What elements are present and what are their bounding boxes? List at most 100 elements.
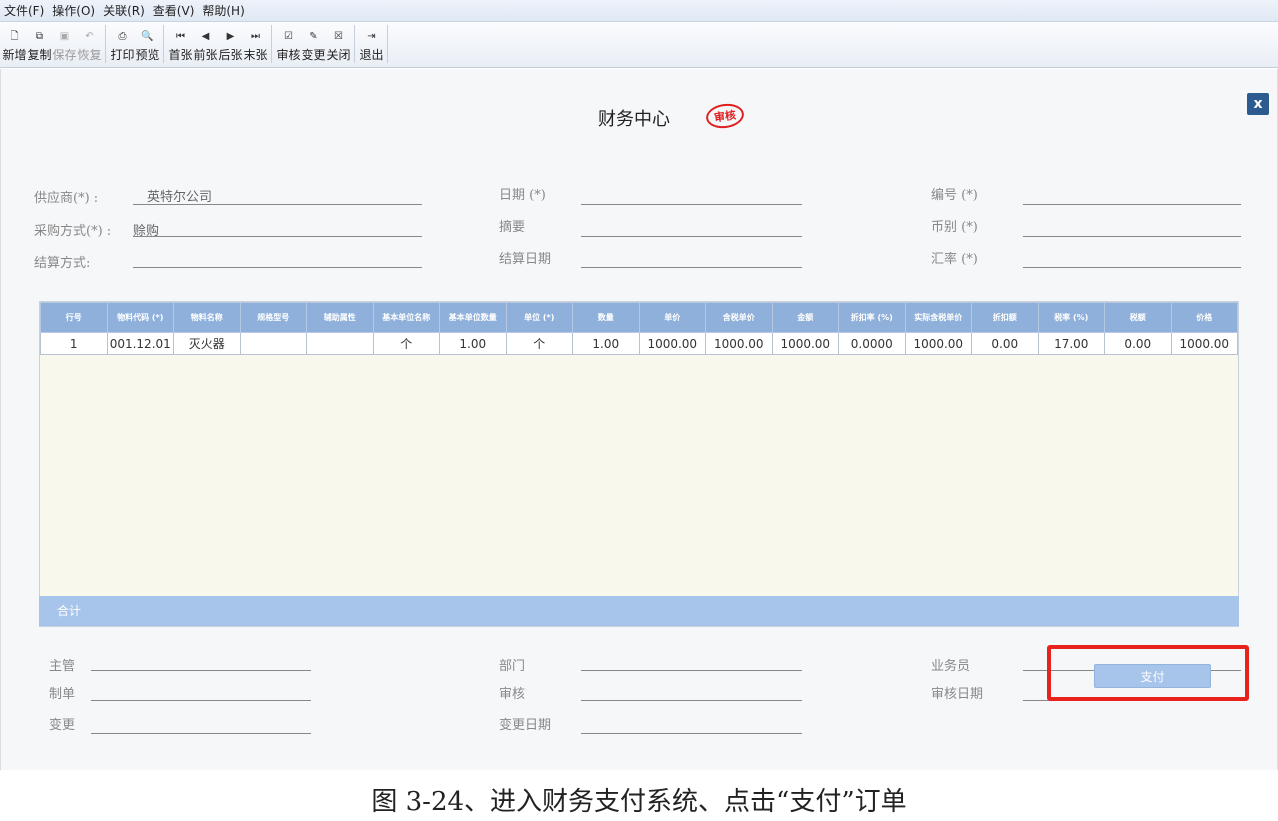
column-header[interactable]: 税额 [1104, 302, 1172, 333]
settle-date-field[interactable] [581, 267, 802, 268]
save-icon: ▣ [59, 31, 70, 42]
number-field[interactable] [1023, 204, 1241, 205]
column-header[interactable]: 基本单位数量 [439, 302, 507, 333]
dept-field[interactable] [581, 670, 802, 671]
auditor-label: 审核 [499, 687, 526, 702]
change-date-field[interactable] [581, 733, 802, 734]
maker-label: 制单 [49, 687, 76, 702]
purchase-mode-label: 采购方式(*) : [34, 224, 112, 239]
toolbar-button-next[interactable]: ▶ 后张 [218, 30, 243, 63]
column-header[interactable]: 折扣率 (%) [838, 302, 906, 333]
settle-mode-label: 结算方式: [34, 256, 91, 271]
column-header[interactable]: 税率 (%) [1037, 302, 1105, 333]
maker-field[interactable] [91, 700, 311, 701]
table-cell[interactable]: 个 [372, 332, 440, 355]
column-header[interactable]: 单价 [638, 302, 706, 333]
table-cell[interactable]: 1000.00 [904, 332, 972, 355]
menu-file[interactable]: 文件(F) [4, 2, 44, 19]
settle-mode-field[interactable] [133, 267, 422, 268]
table-cell[interactable]: 1000.00 [771, 332, 839, 355]
manager-label: 主管 [49, 659, 76, 674]
close-icon[interactable]: x [1247, 93, 1269, 115]
currency-field[interactable] [1023, 236, 1241, 237]
summary-field[interactable] [581, 236, 802, 237]
date-label: 日期 (*) [499, 188, 546, 203]
print-icon: ⎙ [118, 31, 127, 42]
toolbar-label: 审核 [276, 48, 301, 62]
column-header[interactable]: 辅助属性 [306, 302, 374, 333]
toolbar-button-prev[interactable]: ◀ 前张 [193, 30, 218, 63]
column-header[interactable]: 价格 [1170, 302, 1238, 333]
table-cell[interactable]: 0.00 [971, 332, 1039, 355]
rate-label: 汇率 (*) [931, 252, 978, 267]
table-cell[interactable]: 灭火器 [173, 332, 241, 355]
toolbar-button-first[interactable]: ⏮ 首张 [168, 30, 193, 63]
auditor-field[interactable] [581, 700, 802, 701]
toolbar-button-change[interactable]: ✎ 变更 [301, 30, 326, 63]
table-cell[interactable]: 17.00 [1037, 332, 1105, 355]
table-cell[interactable]: 1.00 [439, 332, 507, 355]
rate-field[interactable] [1023, 267, 1241, 268]
changer-label: 变更 [49, 718, 76, 733]
menu-help[interactable]: 帮助(H) [202, 2, 244, 19]
toolbar-button-last[interactable]: ⏭ 末张 [243, 30, 268, 63]
table-cell[interactable] [239, 332, 307, 355]
table-row[interactable]: 1 001.12.01 灭火器个 1.00 个 1.00 1000.00 1000.00 100… [40, 332, 1238, 355]
table-cell[interactable]: 001.12.01 [106, 332, 174, 355]
toolbar-label: 前张 [193, 48, 218, 62]
figure-caption: 图 3-24、进入财务支付系统、点击“支付”订单 [371, 787, 907, 817]
new-icon: 🗋 [10, 31, 19, 42]
table-cell[interactable]: 0.00 [1104, 332, 1172, 355]
changer-field[interactable] [91, 733, 311, 734]
settle-date-label: 结算日期 [499, 252, 552, 267]
supplier-underline [133, 204, 422, 205]
toolbar-button-audit[interactable]: ☑ 审核 [276, 30, 301, 63]
toolbar-button-preview[interactable]: 🔍 预览 [135, 30, 160, 63]
table-cell[interactable]: 1000.00 [705, 332, 773, 355]
toolbar-button-new[interactable]: 🗋 新增 [2, 30, 27, 63]
column-header[interactable]: 折扣额 [971, 302, 1039, 333]
column-header[interactable]: 物料代码 (*) [106, 302, 174, 333]
audit-stamp: 审核 [704, 101, 746, 131]
table-cell[interactable] [306, 332, 374, 355]
column-header[interactable]: 物料名称 [173, 302, 241, 333]
menu-relation[interactable]: 关联(R) [103, 2, 145, 19]
table-cell[interactable]: 1000.00 [638, 332, 706, 355]
table-cell[interactable]: 0.0000 [838, 332, 906, 355]
table-cell[interactable]: 个 [505, 332, 573, 355]
first-icon: ⏮ [176, 31, 185, 42]
date-field[interactable] [581, 204, 802, 205]
column-header[interactable]: 行号 [40, 302, 108, 333]
supplier-value[interactable]: 英特尔公司 [147, 186, 212, 205]
supplier-label: 供应商(*) : [34, 191, 99, 206]
table-cell[interactable]: 1 [40, 332, 108, 355]
column-header[interactable]: 基本单位名称 [372, 302, 440, 333]
toolbar-button-close-doc[interactable]: ☒ 关闭 [326, 30, 351, 63]
toolbar-button-save[interactable]: ▣ 保存 [52, 30, 77, 63]
toolbar-button-undo[interactable]: ↶ 恢复 [77, 30, 102, 63]
toolbar-button-print[interactable]: ⎙ 打印 [110, 30, 135, 63]
column-header[interactable]: 金额 [771, 302, 839, 333]
next-icon: ▶ [226, 31, 235, 42]
summary-label: 摘要 [499, 220, 526, 235]
menu-view[interactable]: 查看(V) [153, 2, 195, 19]
column-header[interactable]: 单位 (*) [505, 302, 573, 333]
column-header[interactable]: 数量 [572, 302, 640, 333]
toolbar-button-copy[interactable]: ⧉ 复制 [27, 30, 52, 63]
item-grid: 行号 物料代码 (*) 物料名称 规格型号 辅助属性 基本单位名称 基本单位数量 单位 (*)… [39, 301, 1239, 627]
table-cell[interactable]: 1.00 [572, 332, 640, 355]
column-header[interactable]: 实际含税单价 [904, 302, 972, 333]
pay-button[interactable]: 支付 [1094, 664, 1211, 688]
toolbar-label: 末张 [243, 48, 268, 62]
toolbar-label: 打印 [110, 48, 135, 62]
undo-icon: ↶ [85, 31, 94, 42]
toolbar: 🗋 新增 ⧉ 复制 ▣ 保存 ↶ 恢复 ⎙ 打印 🔍 预览 ⏮ 首张 ◀ 前张 ▶ 后张 ⏭ 末张 ☑ 审核 ✎ 变更 ☒ 关闭 ⇥… [0, 22, 1278, 68]
menu-operate[interactable]: 操作(O) [52, 2, 95, 19]
table-cell[interactable]: 1000.00 [1170, 332, 1238, 355]
toolbar-button-exit[interactable]: ⇥ 退出 [359, 30, 384, 63]
column-header[interactable]: 含税单价 [705, 302, 773, 333]
page-title: 财务中心 [598, 109, 670, 130]
manager-field[interactable] [91, 670, 311, 671]
sum-row: 合计 [39, 596, 1239, 626]
column-header[interactable]: 规格型号 [239, 302, 307, 333]
